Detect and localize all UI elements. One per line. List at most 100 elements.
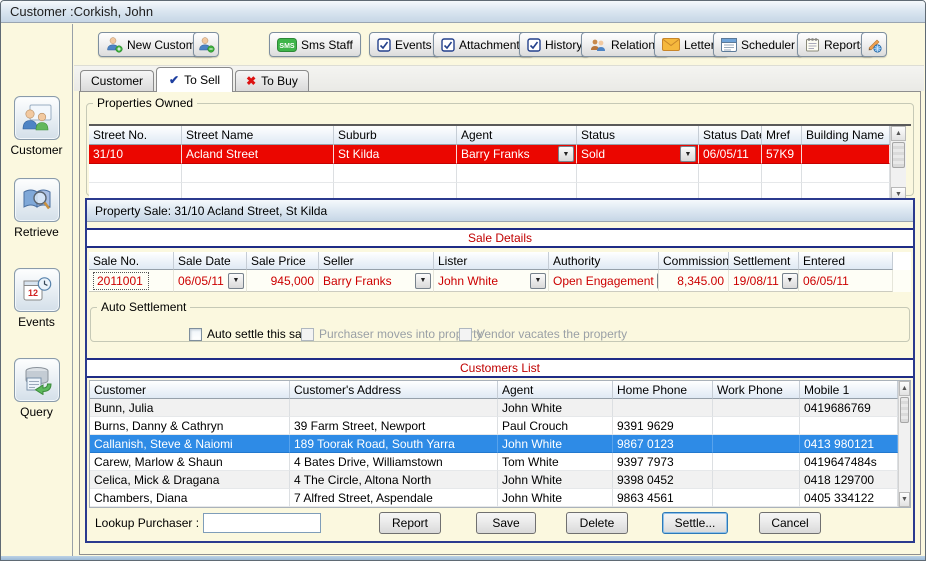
report-button[interactable]: Report xyxy=(379,512,441,534)
sale-value-cell: 8,345.00 xyxy=(659,270,729,292)
checkbox-auto-settle-this-sale[interactable]: Auto settle this sale xyxy=(189,327,311,341)
sale-field-value[interactable]: 2011001 xyxy=(93,272,149,290)
cell: 4 Bates Drive, Williamstown xyxy=(290,453,498,471)
lookup-purchaser-input[interactable] xyxy=(203,513,321,533)
table-row[interactable]: Chambers, Diana7 Alfred Street, Aspendal… xyxy=(90,489,898,507)
table-row[interactable]: Bunn, JuliaJohn White0419686769 xyxy=(90,399,898,417)
delete-button[interactable]: Delete xyxy=(566,512,628,534)
dropdown-button[interactable] xyxy=(228,273,244,289)
cell xyxy=(713,399,800,417)
sidebar-item-label: Retrieve xyxy=(1,225,72,239)
dropdown-button[interactable] xyxy=(782,273,798,289)
cell: 31/10 xyxy=(89,145,182,164)
tab-customer[interactable]: Customer xyxy=(80,70,154,91)
sale-details-table: Sale No.Sale DateSale PriceSellerListerA… xyxy=(89,252,911,292)
settle-button[interactable]: Settle... xyxy=(662,512,728,534)
column-header: Work Phone xyxy=(713,381,800,399)
column-header: Lister xyxy=(434,252,549,270)
cell: 189 Toorak Road, South Yarra xyxy=(290,435,498,453)
column-header: Street No. xyxy=(89,126,182,145)
properties-owned-table: Street No.Street NameSuburbAgentStatusSt… xyxy=(89,124,911,202)
cell xyxy=(182,164,334,183)
cancel-button[interactable]: Cancel xyxy=(759,512,821,534)
scroll-track[interactable] xyxy=(891,169,906,187)
property-sale-title: Property Sale: 31/10 Acland Street, St K… xyxy=(95,204,327,218)
save-button[interactable]: Save xyxy=(476,512,536,534)
cell: 7 Alfred Street, Aspendale xyxy=(290,489,498,507)
events-button[interactable]: Events xyxy=(369,32,440,57)
column-header: Street Name xyxy=(182,126,334,145)
calendar-icon xyxy=(721,38,737,52)
scheduler-button[interactable]: Scheduler xyxy=(713,32,803,57)
scroll-track[interactable] xyxy=(899,424,910,492)
sale-field-value[interactable]: 06/05/11 xyxy=(803,274,849,288)
sale-value-cell: Open Engagement xyxy=(549,270,659,292)
cell xyxy=(290,399,498,417)
checkbox-label: Auto settle this sale xyxy=(207,327,311,341)
cell: 0413 980121 xyxy=(800,435,898,453)
history-button[interactable]: History xyxy=(519,32,590,57)
cross-icon xyxy=(246,74,256,88)
edit-web-button[interactable] xyxy=(861,32,887,57)
sale-field-value[interactable]: 945,000 xyxy=(271,274,314,288)
customers-scrollbar[interactable] xyxy=(898,381,910,507)
scroll-down-button[interactable] xyxy=(899,492,910,507)
toolbar: New Customer SMS Sms Staff xyxy=(74,32,924,59)
property-sale-header: Property Sale: 31/10 Acland Street, St K… xyxy=(87,200,913,222)
properties-scrollbar[interactable] xyxy=(890,126,906,202)
table-row[interactable]: Callanish, Steve & Naiomi189 Toorak Road… xyxy=(90,435,898,453)
checkbox-icon xyxy=(377,38,391,52)
sale-field-value[interactable]: John White xyxy=(438,274,498,288)
retrieve-icon xyxy=(14,178,60,222)
sidebar-item-events[interactable]: 12 Events xyxy=(1,268,72,329)
checkbox-icon xyxy=(527,38,541,52)
column-header: Customer xyxy=(90,381,290,399)
sale-field-value[interactable]: Barry Franks xyxy=(323,274,392,288)
cell: 0419647484s xyxy=(800,453,898,471)
sidebar-item-retrieve[interactable]: Retrieve xyxy=(1,178,72,239)
scroll-thumb[interactable] xyxy=(892,142,905,168)
tab-to-buy[interactable]: To Buy xyxy=(235,70,309,91)
sale-details-header: Sale No.Sale DateSale PriceSellerListerA… xyxy=(89,252,911,270)
table-row[interactable]: Carew, Marlow & Shaun4 Bates Drive, Will… xyxy=(90,453,898,471)
sale-field-value[interactable]: 8,345.00 xyxy=(677,274,724,288)
cell: Burns, Danny & Cathryn xyxy=(90,417,290,435)
scroll-thumb[interactable] xyxy=(900,397,909,423)
window-titlebar[interactable]: Customer :Corkish, John xyxy=(1,1,925,23)
dropdown-button[interactable] xyxy=(558,146,574,162)
tab-to-sell[interactable]: To Sell xyxy=(156,67,233,92)
customers-header: CustomerCustomer's AddressAgentHome Phon… xyxy=(90,381,898,399)
checkbox-box[interactable] xyxy=(189,328,202,341)
properties-row[interactable]: 31/10Acland StreetSt KildaBarry FranksSo… xyxy=(89,145,890,164)
column-header: Seller xyxy=(319,252,434,270)
sidebar-item-query[interactable]: Query xyxy=(1,358,72,419)
dropdown-button[interactable] xyxy=(680,146,696,162)
dropdown-button[interactable] xyxy=(530,273,546,289)
events-icon: 12 xyxy=(14,268,60,312)
sale-details-values: 2011001 06/05/11 945,000 Barry Franks John W… xyxy=(89,270,911,292)
sale-value-cell: 19/08/11 xyxy=(729,270,799,292)
scroll-up-button[interactable] xyxy=(891,126,906,141)
sale-field-value[interactable]: Open Engagement xyxy=(553,274,654,288)
sale-field-value[interactable]: 19/08/11 xyxy=(733,274,779,288)
cell: 0419686769 xyxy=(800,399,898,417)
sidebar-item-customer[interactable]: Customer xyxy=(1,96,72,157)
table-row[interactable]: Burns, Danny & Cathryn39 Farm Street, Ne… xyxy=(90,417,898,435)
properties-owned-group: Properties Owned Street No.Street NameSu… xyxy=(86,96,914,196)
cell xyxy=(713,471,800,489)
cell xyxy=(699,164,762,183)
remove-customer-button[interactable] xyxy=(193,32,219,57)
sms-staff-button[interactable]: SMS Sms Staff xyxy=(269,32,361,57)
app-window: Customer :Corkish, John Customer xyxy=(0,0,926,561)
tab-label: Customer xyxy=(91,74,143,88)
scroll-up-button[interactable] xyxy=(899,381,910,396)
table-row[interactable]: Celica, Mick & Dragana4 The Circle, Alto… xyxy=(90,471,898,489)
cell: Acland Street xyxy=(182,145,334,164)
auto-settlement-group: Auto Settlement Auto settle this sale Pu… xyxy=(90,300,910,342)
cell xyxy=(802,145,890,164)
sale-value-cell: 945,000 xyxy=(247,270,319,292)
envelope-icon xyxy=(662,38,680,51)
sale-field-value[interactable]: 06/05/11 xyxy=(178,274,224,288)
dropdown-button[interactable] xyxy=(415,273,431,289)
properties-owned-title: Properties Owned xyxy=(93,96,197,110)
